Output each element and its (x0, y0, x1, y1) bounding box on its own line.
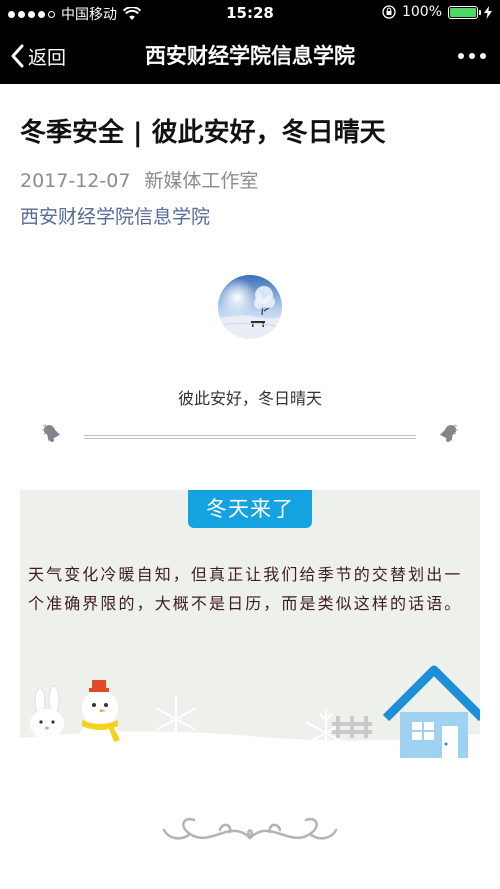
divider-lines (84, 435, 416, 439)
section-paragraph: 天气变化冷暖自知，但真正让我们给季节的交替划出一个准确界限的，大概不是日历，而是… (28, 565, 463, 613)
article-meta: 2017-12-07 新媒体工作室 (20, 166, 258, 193)
more-dot-icon (480, 53, 486, 59)
nav-title: 西安财经学院信息学院 (145, 44, 355, 68)
article-subtitle: 彼此安好，冬日晴天 (177, 389, 322, 408)
back-label: 返回 (28, 46, 67, 69)
more-dot-icon (469, 53, 475, 59)
bunny-illustration (29, 685, 65, 760)
section-tag: 冬天来了 (188, 490, 312, 528)
winter-scene-illustration (20, 665, 480, 760)
author-name: 新媒体工作室 (144, 170, 259, 192)
battery-icon (448, 5, 481, 19)
battery-level (450, 7, 476, 17)
scroll-ornament-icon (162, 817, 338, 840)
fence-illustration (332, 716, 372, 738)
winter-card: 冬天来了 天气变化冷暖自知，但真正让我们给季节的交替划出一个准确界限的，大概不是… (20, 490, 480, 760)
house-illustration (382, 665, 480, 758)
more-dot-icon (458, 53, 464, 59)
bell-icon (42, 424, 61, 442)
winter-landscape-avatar (218, 275, 282, 339)
chevron-left-icon (11, 44, 24, 68)
rotation-lock-icon (382, 5, 396, 19)
bell-icon (439, 424, 458, 442)
battery-percent: 100% (401, 4, 442, 20)
status-right: 100% (382, 4, 492, 20)
more-options-button[interactable] (458, 28, 486, 84)
back-button[interactable]: 返回 (10, 28, 66, 84)
article-title: 冬季安全 | 彼此安好，冬日晴天 (20, 118, 386, 148)
nav-bar: 返回 西安财经学院信息学院 (0, 28, 500, 84)
account-link[interactable]: 西安财经学院信息学院 (20, 202, 210, 229)
bell-divider (0, 420, 500, 450)
publish-date: 2017-12-07 (20, 170, 131, 192)
snowman-illustration (78, 680, 122, 758)
status-bar: 中国移动 15:28 100% (0, 0, 500, 28)
charging-bolt-icon (484, 5, 492, 19)
